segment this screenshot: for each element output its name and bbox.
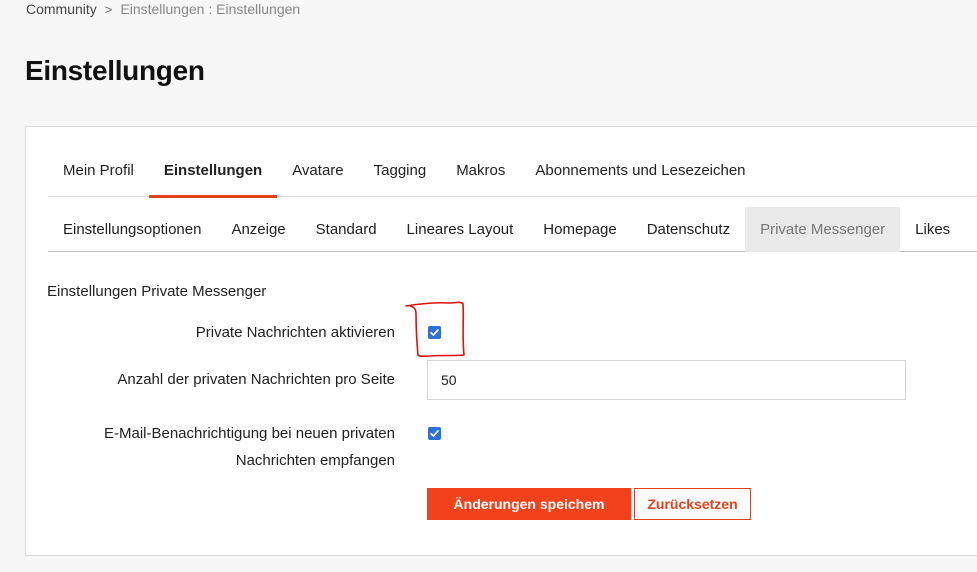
checkmark-icon	[430, 430, 439, 437]
tab-abonnements[interactable]: Abonnements und Lesezeichen	[520, 155, 760, 197]
subtab-datenschutz[interactable]: Datenschutz	[632, 207, 745, 252]
settings-panel: Mein Profil Einstellungen Avatare Taggin…	[25, 126, 977, 556]
subtab-standard[interactable]: Standard	[301, 207, 392, 252]
save-button[interactable]: Änderungen speichem	[427, 488, 631, 520]
email-notify-label-line2: Nachrichten empfangen	[235, 452, 395, 469]
tab-tagging[interactable]: Tagging	[359, 155, 442, 197]
tab-mein-profil[interactable]: Mein Profil	[48, 155, 149, 197]
subtab-einstellungsoptionen[interactable]: Einstellungsoptionen	[48, 207, 216, 252]
enable-pm-checkbox[interactable]	[428, 326, 441, 339]
sub-tabs: Einstellungsoptionen Anzeige Standard Li…	[48, 207, 977, 252]
per-page-input[interactable]	[427, 360, 906, 400]
tab-avatare[interactable]: Avatare	[277, 155, 358, 197]
breadcrumb-current: Einstellungen : Einstellungen	[120, 1, 301, 17]
main-tabs: Mein Profil Einstellungen Avatare Taggin…	[48, 155, 977, 198]
enable-pm-label: Private Nachrichten aktivieren	[195, 324, 395, 341]
chevron-right-icon: >	[104, 1, 113, 17]
email-notify-label-line1: E-Mail-Benachrichtigung bei neuen privat…	[103, 425, 395, 442]
subtab-lineares-layout[interactable]: Lineares Layout	[392, 207, 529, 252]
reset-button[interactable]: Zurücksetzen	[634, 488, 751, 520]
section-title: Einstellungen Private Messenger	[47, 283, 267, 300]
page-title: Einstellungen	[25, 55, 205, 86]
email-notify-checkbox[interactable]	[428, 427, 441, 440]
per-page-label: Anzahl der privaten Nachrichten pro Seit…	[117, 371, 395, 388]
subtab-private-messenger[interactable]: Private Messenger	[745, 207, 901, 252]
tab-einstellungen[interactable]: Einstellungen	[148, 155, 278, 198]
breadcrumb-community-link[interactable]: Community	[26, 1, 97, 17]
breadcrumb: Community > Einstellungen : Einstellunge…	[26, 1, 300, 17]
tab-makros[interactable]: Makros	[441, 155, 520, 197]
subtab-likes[interactable]: Likes	[900, 207, 965, 252]
subtab-anzeige[interactable]: Anzeige	[216, 207, 300, 252]
subtab-homepage[interactable]: Homepage	[528, 207, 631, 252]
checkmark-icon	[430, 329, 439, 336]
